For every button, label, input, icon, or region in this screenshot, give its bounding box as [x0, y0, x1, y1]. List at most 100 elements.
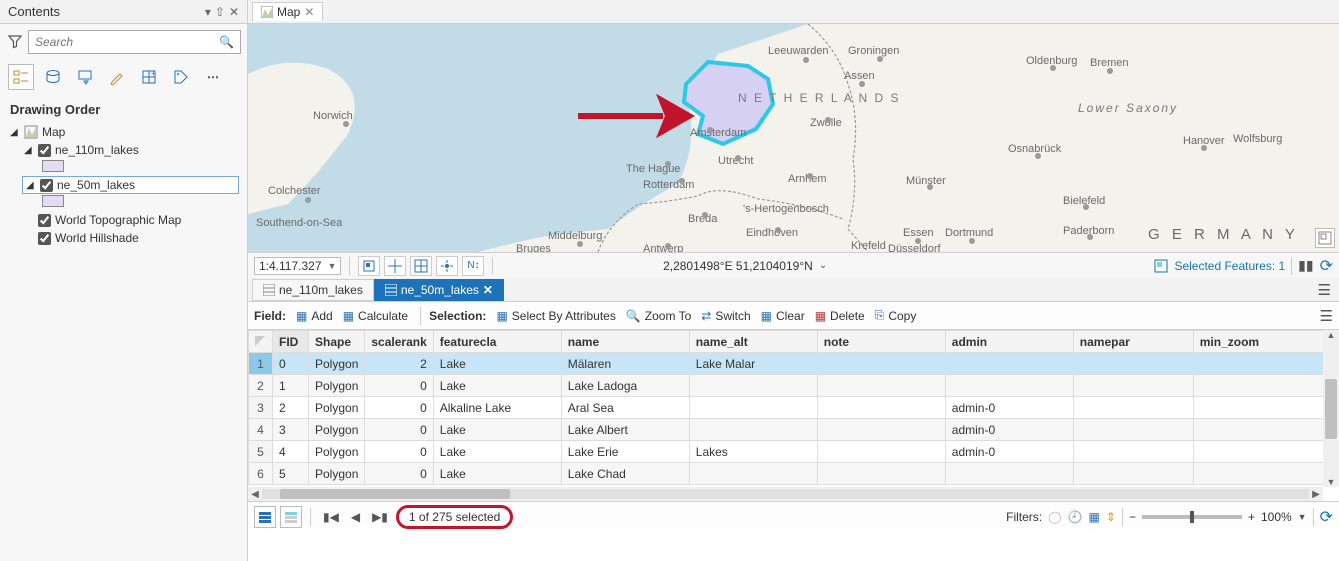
dropdown-icon[interactable]: ▾ [205, 5, 211, 19]
col-admin[interactable]: admin [945, 331, 1073, 353]
attribute-tab-ne110[interactable]: ne_110m_lakes [252, 279, 374, 301]
refresh-table-icon[interactable]: ⟳ [1320, 507, 1333, 527]
min-zoom-cell[interactable]: 1 [1193, 441, 1338, 463]
name-cell[interactable]: Lake Albert [561, 419, 689, 441]
note-cell[interactable] [817, 463, 945, 485]
min-zoom-cell[interactable]: 2 [1193, 353, 1338, 375]
attribute-tab-ne50[interactable]: ne_50m_lakes ✕ [374, 279, 504, 301]
scalerank-cell[interactable]: 0 [365, 375, 433, 397]
switch-button[interactable]: ⇄Switch [697, 307, 754, 325]
admin-cell[interactable]: admin-0 [945, 419, 1073, 441]
fid-cell[interactable]: 0 [273, 353, 309, 375]
scalerank-cell[interactable]: 0 [365, 441, 433, 463]
admin-cell[interactable]: admin-0 [945, 441, 1073, 463]
first-record-button[interactable]: ▮◀ [319, 510, 343, 524]
search-input[interactable] [29, 35, 213, 49]
show-all-records-button[interactable] [254, 506, 276, 528]
namepar-cell[interactable] [1073, 441, 1193, 463]
fid-cell[interactable]: 5 [273, 463, 309, 485]
pause-tool-icon[interactable]: N↕ [462, 256, 484, 276]
admin-cell[interactable] [945, 463, 1073, 485]
col-fid[interactable]: FID [273, 331, 309, 353]
col-featurecla[interactable]: featurecla [433, 331, 561, 353]
filter-range-icon[interactable]: ▦ [1089, 510, 1100, 524]
selected-features-label[interactable]: Selected Features: 1 [1174, 259, 1285, 273]
min-zoom-cell[interactable]: 1 [1193, 397, 1338, 419]
prev-record-button[interactable]: ◀ [347, 510, 364, 524]
filter-icon[interactable] [6, 33, 24, 51]
layer-visibility-checkbox[interactable] [38, 214, 51, 227]
note-cell[interactable] [817, 419, 945, 441]
row-number-cell[interactable]: 3 [249, 397, 273, 419]
table-row[interactable]: 54Polygon0LakeLake ErieLakesadmin-01 [249, 441, 1339, 463]
add-field-button[interactable]: ▦Add [292, 307, 337, 325]
horizontal-scrollbar[interactable]: ◀ ▶ [248, 487, 1323, 501]
explore-tool-icon[interactable] [384, 256, 406, 276]
namepar-cell[interactable] [1073, 353, 1193, 375]
list-by-editing-button[interactable] [104, 64, 130, 90]
show-selected-records-button[interactable] [280, 506, 302, 528]
vertical-scrollbar[interactable]: ▲▼ [1323, 330, 1339, 487]
navigator-icon[interactable] [1315, 228, 1335, 248]
list-by-drawing-order-button[interactable] [8, 64, 34, 90]
note-cell[interactable] [817, 397, 945, 419]
min-zoom-cell[interactable]: 1 [1193, 463, 1338, 485]
snap-tool-icon[interactable] [436, 256, 458, 276]
featurecla-cell[interactable]: Lake [433, 441, 561, 463]
fid-cell[interactable]: 2 [273, 397, 309, 419]
row-number-cell[interactable]: 4 [249, 419, 273, 441]
admin-cell[interactable] [945, 375, 1073, 397]
featurecla-cell[interactable]: Alkaline Lake [433, 397, 561, 419]
fid-cell[interactable]: 1 [273, 375, 309, 397]
close-tab-icon[interactable]: ✕ [483, 283, 493, 297]
layer-item-topo[interactable]: ◢ World Topographic Map [22, 211, 239, 229]
col-namepar[interactable]: namepar [1073, 331, 1193, 353]
layer-item-ne50[interactable]: ◢ ne_50m_lakes [22, 176, 239, 194]
table-row[interactable]: 65Polygon0LakeLake Chad1 [249, 463, 1339, 485]
table-row[interactable]: 32Polygon0Alkaline LakeAral Sea admin-0 1 [249, 397, 1339, 419]
zoom-in-button[interactable]: + [1248, 510, 1255, 524]
scale-box[interactable]: 1:4.117.327 ▼ [254, 257, 341, 275]
admin-cell[interactable]: admin-0 [945, 397, 1073, 419]
map-root-item[interactable]: ◢ Map [8, 123, 239, 141]
shape-cell[interactable]: Polygon [309, 441, 365, 463]
expand-icon[interactable]: ◢ [24, 145, 34, 156]
namepar-cell[interactable] [1073, 375, 1193, 397]
select-by-attributes-button[interactable]: ▦Select By Attributes [492, 307, 619, 325]
pause-drawing-icon[interactable]: ▮▮ [1298, 257, 1313, 274]
min-zoom-cell[interactable]: 1 [1193, 419, 1338, 441]
layer-visibility-checkbox[interactable] [38, 232, 51, 245]
featurecla-cell[interactable]: Lake [433, 419, 561, 441]
row-number-cell[interactable]: 6 [249, 463, 273, 485]
filter-extent-icon[interactable]: ◯ [1048, 510, 1061, 524]
chevron-down-icon[interactable]: ▼ [1298, 512, 1307, 522]
list-by-selection-button[interactable] [72, 64, 98, 90]
name-cell[interactable]: Lake Ladoga [561, 375, 689, 397]
namepar-cell[interactable] [1073, 419, 1193, 441]
shape-cell[interactable]: Polygon [309, 397, 365, 419]
refresh-icon[interactable]: ⟳ [1320, 256, 1333, 276]
zoom-to-button[interactable]: 🔍Zoom To [622, 307, 695, 325]
name-cell[interactable]: Lake Chad [561, 463, 689, 485]
name-alt-cell[interactable] [689, 375, 817, 397]
expand-icon[interactable]: ◢ [10, 127, 20, 138]
featurecla-cell[interactable]: Lake [433, 463, 561, 485]
scalerank-cell[interactable]: 0 [365, 397, 433, 419]
calculate-button[interactable]: ▦Calculate [339, 307, 412, 325]
layer-item-hillshade[interactable]: ◢ World Hillshade [22, 229, 239, 247]
admin-cell[interactable] [945, 353, 1073, 375]
name-cell[interactable]: Lake Erie [561, 441, 689, 463]
namepar-cell[interactable] [1073, 397, 1193, 419]
filter-time-icon[interactable]: 🕘 [1068, 510, 1083, 524]
note-cell[interactable] [817, 375, 945, 397]
col-shape[interactable]: Shape [309, 331, 365, 353]
col-scalerank[interactable]: scalerank [365, 331, 433, 353]
namepar-cell[interactable] [1073, 463, 1193, 485]
name-alt-cell[interactable] [689, 419, 817, 441]
pin-icon[interactable]: ⇧ [215, 5, 225, 19]
row-number-cell[interactable]: 5 [249, 441, 273, 463]
layer-visibility-checkbox[interactable] [40, 179, 53, 192]
filter-relate-icon[interactable]: ⇕ [1106, 510, 1116, 524]
zoom-out-button[interactable]: − [1129, 510, 1136, 524]
name-cell[interactable]: Aral Sea [561, 397, 689, 419]
